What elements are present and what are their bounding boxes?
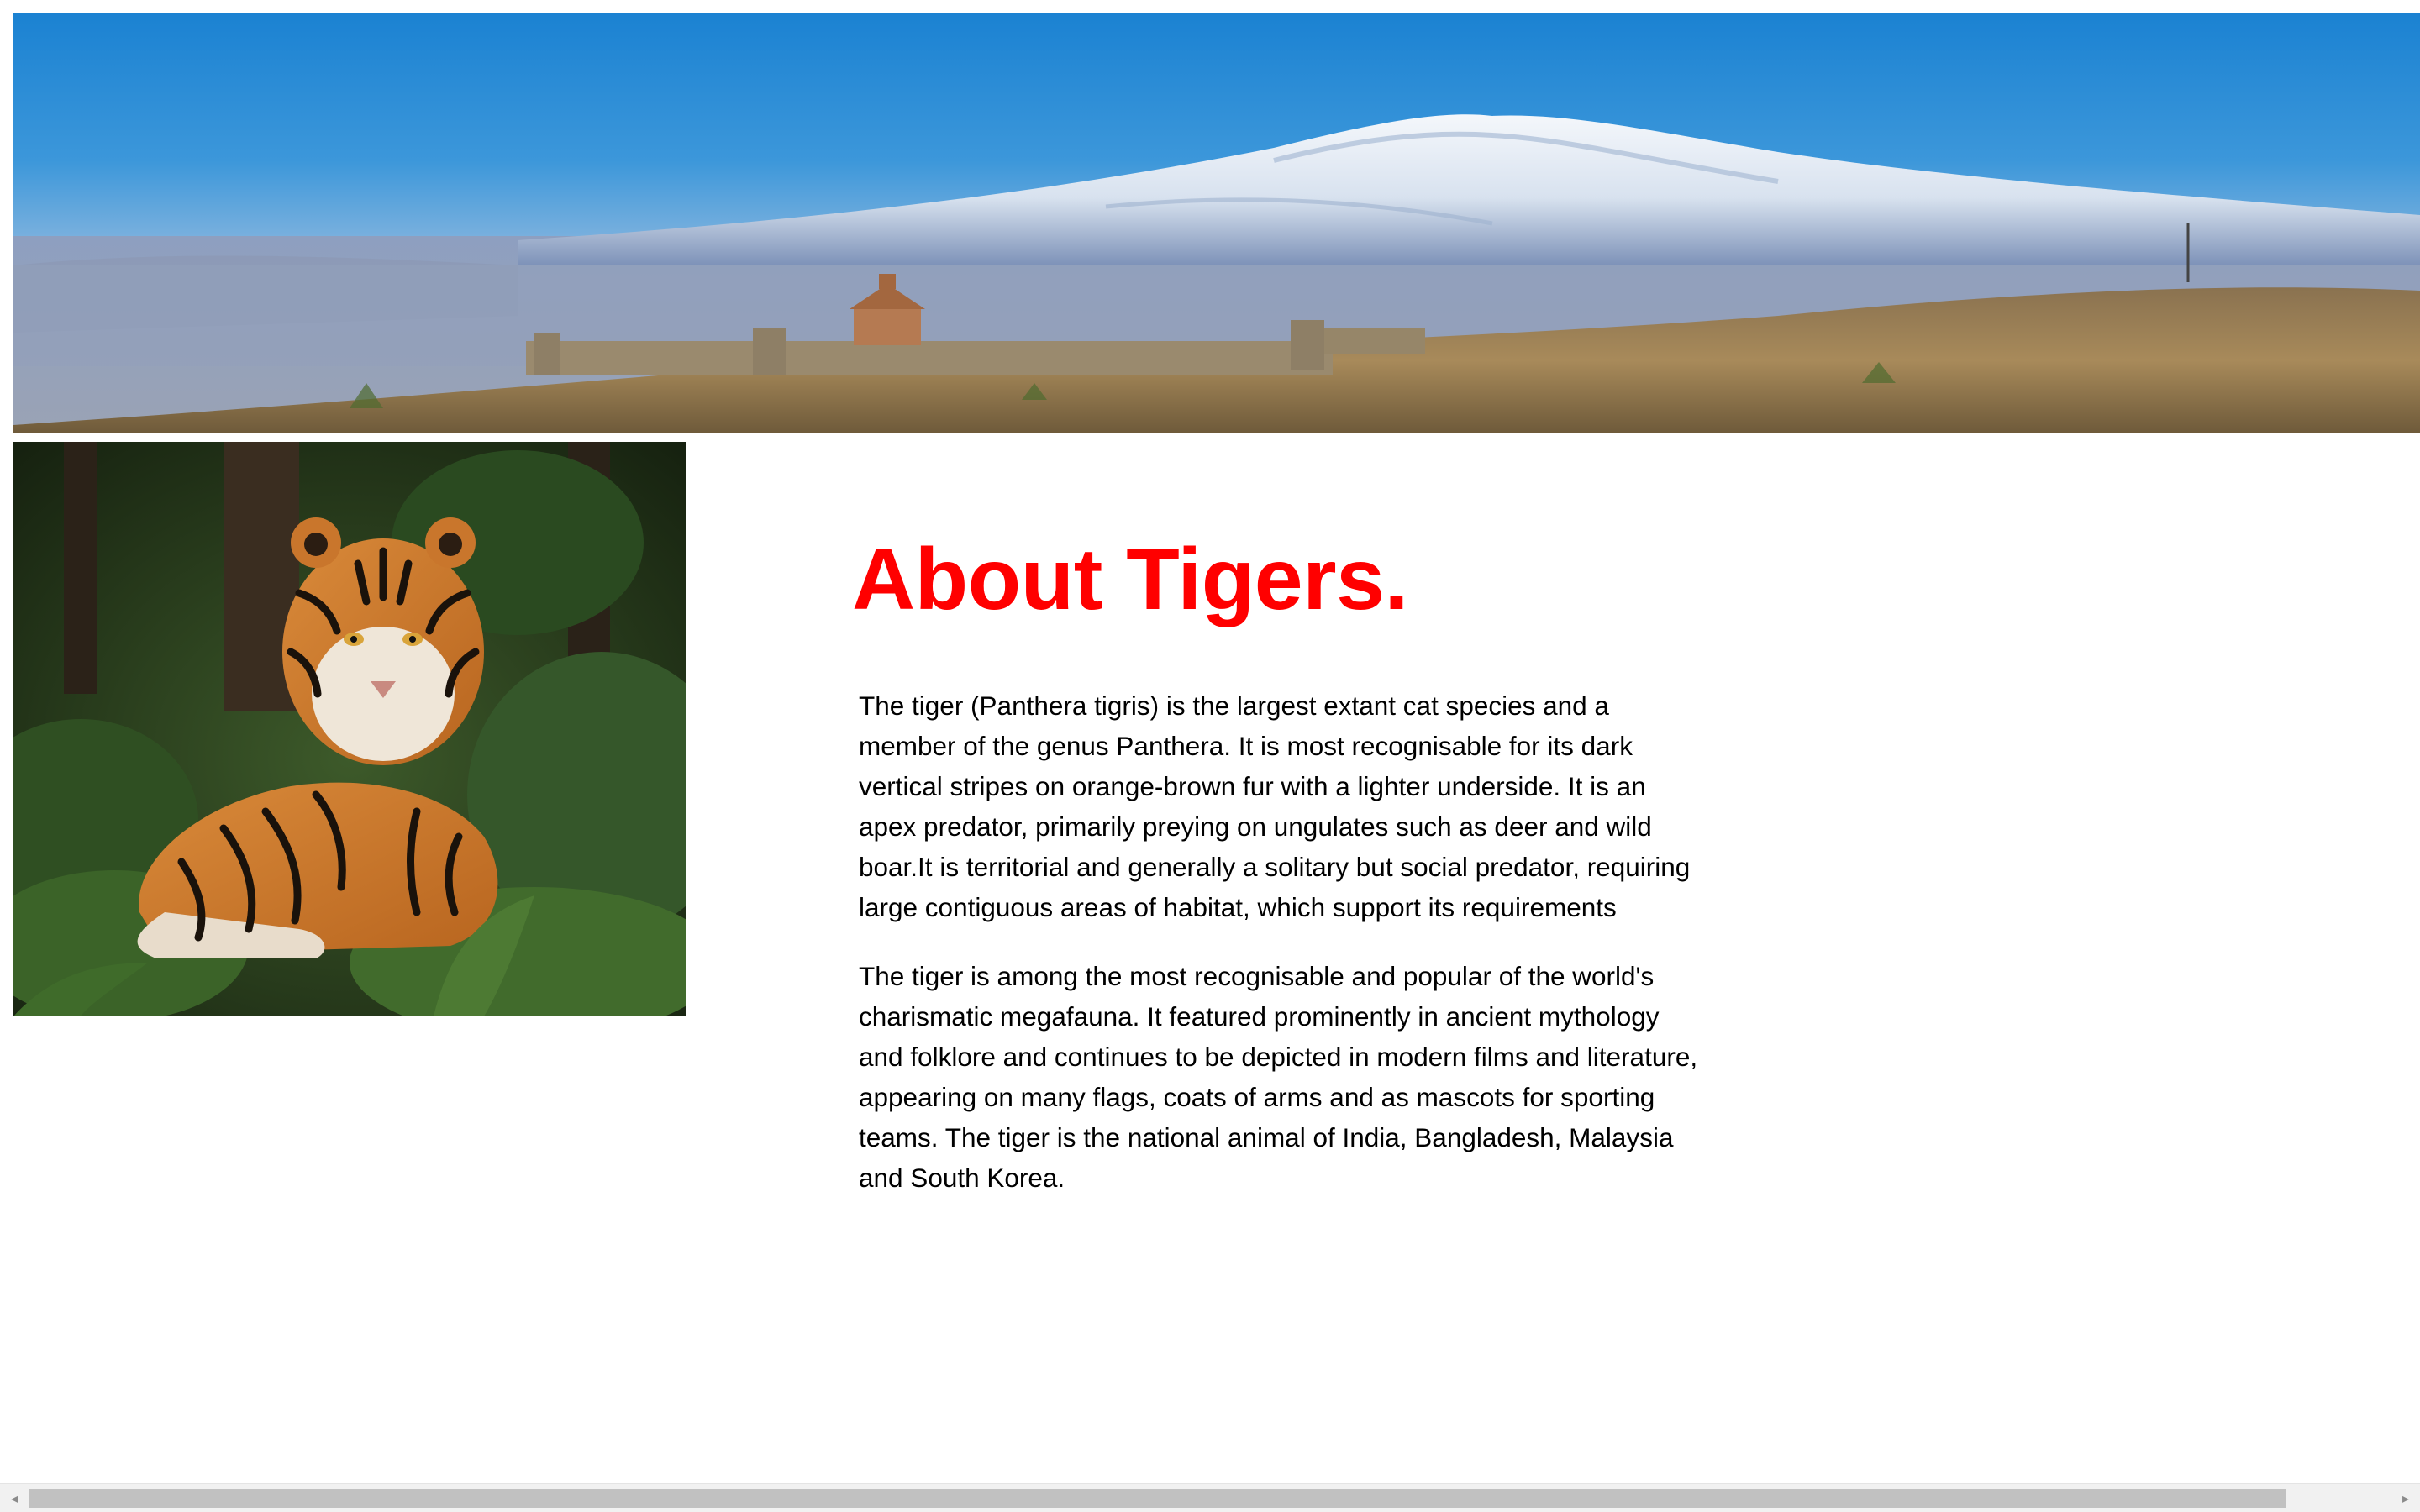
page-title: About Tigers.	[852, 531, 1408, 628]
page: About Tigers. The tiger (Panthera tigris…	[0, 0, 2420, 1512]
banner-image	[13, 13, 2420, 433]
scroll-right-icon[interactable]: ▸	[2391, 1484, 2420, 1512]
tiger-image	[13, 442, 686, 1016]
landscape-banner-image	[13, 13, 2420, 433]
scrollbar-thumb[interactable]	[29, 1489, 2286, 1508]
article: About Tigers. The tiger (Panthera tigris…	[850, 521, 1707, 1198]
horizontal-scrollbar[interactable]: ◂ ▸	[0, 1483, 2420, 1512]
scroll-left-icon[interactable]: ◂	[0, 1484, 29, 1512]
tiger-photo	[13, 442, 686, 1016]
article-paragraph-1: The tiger (Panthera tigris) is the large…	[859, 690, 1691, 922]
article-paragraph-2: The tiger is among the most recognisable…	[859, 961, 1698, 1193]
